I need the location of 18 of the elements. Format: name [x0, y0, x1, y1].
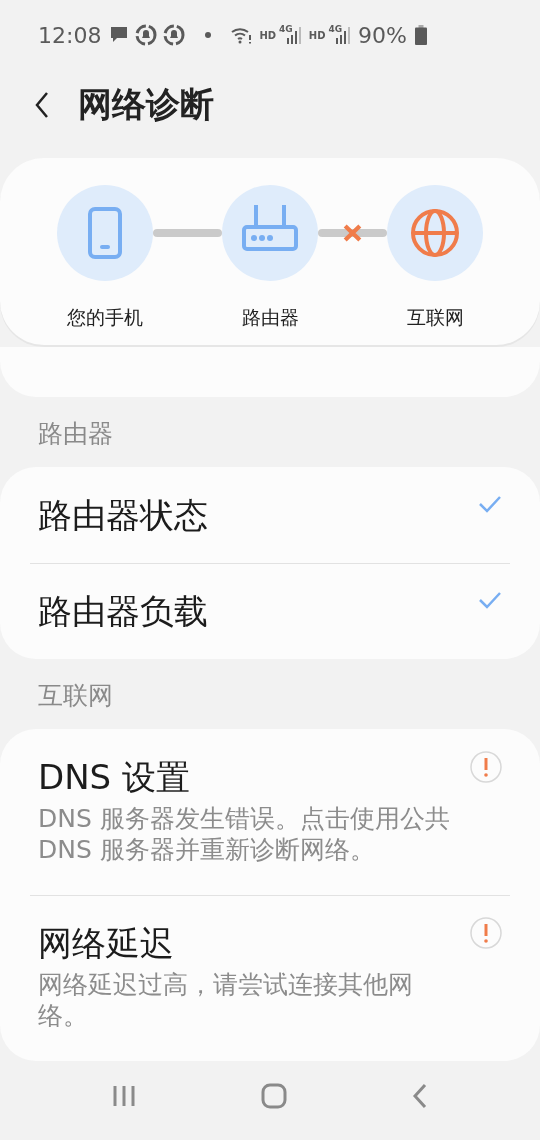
- item-title[interactable]: 路由器负载: [38, 589, 460, 633]
- node-label: 路由器: [240, 305, 300, 330]
- item-description: DNS 服务器发生错误。点击使用公共 DNS 服务器并重新诊断网络。: [38, 803, 451, 865]
- section-header: 互联网: [37, 680, 114, 712]
- node-label: 互联网: [405, 305, 465, 330]
- section-header: 路由器: [37, 418, 114, 450]
- clock: 12:08: [38, 22, 102, 48]
- hd-label: HD: [308, 29, 326, 41]
- item-description: 网络延迟过高，请尝试连接其他网络。: [38, 969, 414, 1031]
- battery-level: 90%: [358, 22, 407, 48]
- item-title[interactable]: 网络延迟: [38, 921, 460, 965]
- hd-label: HD: [259, 29, 277, 41]
- page-title: 网络诊断: [78, 83, 214, 126]
- node-label: 您的手机: [66, 305, 144, 330]
- network-label: 4G: [279, 24, 293, 34]
- item-title[interactable]: DNS 设置: [38, 755, 460, 799]
- network-label: 4G: [328, 24, 343, 34]
- item-title[interactable]: 路由器状态: [38, 493, 460, 537]
